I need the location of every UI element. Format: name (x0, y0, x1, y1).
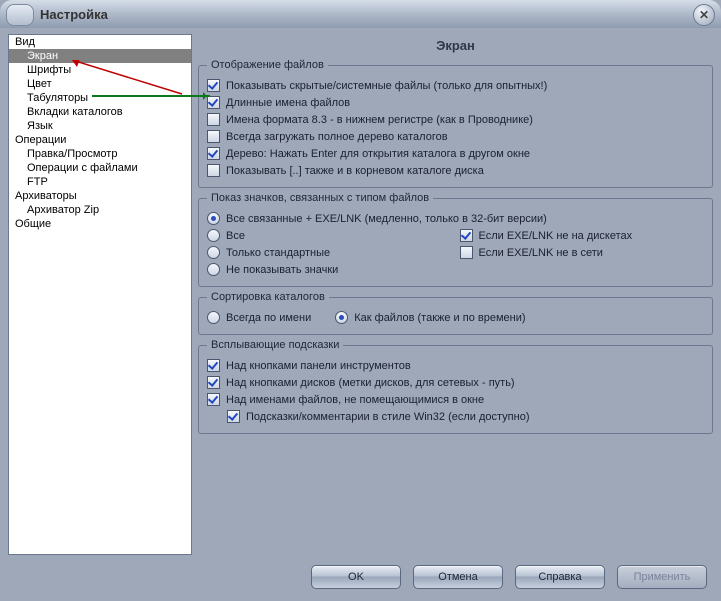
tips-sub-row: Подсказки/комментарии в стиле Win32 (есл… (207, 408, 704, 425)
tree-item[interactable]: Правка/Просмотр (9, 147, 191, 161)
window-title: Настройка (40, 7, 108, 22)
icons-radio-2-radio[interactable] (207, 246, 220, 259)
tree-item[interactable]: Язык (9, 119, 191, 133)
tips-sub-checkbox[interactable] (227, 410, 240, 423)
tree-item[interactable]: Цвет (9, 77, 191, 91)
close-icon: ✕ (699, 8, 709, 22)
display-opt-3-checkbox[interactable] (207, 130, 220, 143)
display-opt-1-row: Длинные имена файлов (207, 94, 704, 111)
group-file-display: Отображение файлов Показывать скрытые/си… (198, 59, 713, 188)
ok-button[interactable]: OK (311, 565, 401, 589)
icons-radio-2-label: Только стандартные (226, 247, 330, 259)
display-opt-0-label: Показывать скрытые/системные файлы (толь… (226, 80, 547, 92)
group-icons: Показ значков, связанных с типом файлов … (198, 192, 713, 287)
display-opt-4-label: Дерево: Нажать Enter для открытия катало… (226, 148, 530, 160)
main-area: ВидЭкранШрифтыЦветТабуляторыВкладки ката… (8, 34, 713, 555)
titlebar: Настройка ✕ (0, 0, 721, 28)
icons-radio-2-row: Только стандартные (207, 244, 452, 261)
close-button[interactable]: ✕ (693, 4, 715, 26)
tips-check-1-label: Над кнопками дисков (метки дисков, для с… (226, 377, 515, 389)
display-opt-4-checkbox[interactable] (207, 147, 220, 160)
icons-radio-3-label: Не показывать значки (226, 264, 338, 276)
tips-check-0-checkbox[interactable] (207, 359, 220, 372)
tree-item[interactable]: Архиваторы (9, 189, 191, 203)
group-sort-legend: Сортировка каталогов (207, 291, 329, 303)
tree-item[interactable]: Вид (9, 35, 191, 49)
sort-radio-1-label: Как файлов (также и по времени) (354, 312, 525, 324)
icons-check-1-checkbox[interactable] (460, 246, 473, 259)
icons-radio-0-label: Все связанные + EXE/LNK (медленно, тольк… (226, 213, 547, 225)
icons-radio-1-row: Все (207, 227, 452, 244)
tips-check-2-checkbox[interactable] (207, 393, 220, 406)
icons-check-0-checkbox[interactable] (460, 229, 473, 242)
content: ВидЭкранШрифтыЦветТабуляторыВкладки ката… (0, 28, 721, 601)
tips-check-1-checkbox[interactable] (207, 376, 220, 389)
group-icons-legend: Показ значков, связанных с типом файлов (207, 192, 433, 204)
icons-radio-1-radio[interactable] (207, 229, 220, 242)
tree-item[interactable]: Операции (9, 133, 191, 147)
display-opt-3-label: Всегда загружать полное дерево каталогов (226, 131, 448, 143)
cancel-button[interactable]: Отмена (413, 565, 503, 589)
group-sort: Сортировка каталогов Всегда по имени Как … (198, 291, 713, 335)
tree-item[interactable]: Экран (9, 49, 191, 63)
tree-item[interactable]: Табуляторы (9, 91, 191, 105)
display-opt-2-checkbox[interactable] (207, 113, 220, 126)
tree-item[interactable]: Операции с файлами (9, 161, 191, 175)
display-opt-0-row: Показывать скрытые/системные файлы (толь… (207, 77, 704, 94)
icons-radio-3-row: Не показывать значки (207, 261, 452, 278)
sort-radio-0-row: Всегда по имени (207, 309, 311, 326)
sort-radio-0-radio[interactable] (207, 311, 220, 324)
icons-radio-0-radio[interactable] (207, 212, 220, 225)
sort-radio-0-label: Всегда по имени (226, 312, 311, 324)
tips-check-1-row: Над кнопками дисков (метки дисков, для с… (207, 374, 704, 391)
display-opt-5-row: Показывать [..] также и в корневом катал… (207, 162, 704, 179)
display-opt-5-label: Показывать [..] также и в корневом катал… (226, 165, 484, 177)
icons-radio-3-radio[interactable] (207, 263, 220, 276)
display-opt-3-row: Всегда загружать полное дерево каталогов (207, 128, 704, 145)
group-tooltips-legend: Всплывающие подсказки (207, 339, 343, 351)
tips-check-0-row: Над кнопками панели инструментов (207, 357, 704, 374)
tree-item[interactable]: Шрифты (9, 63, 191, 77)
tips-check-2-label: Над именами файлов, не помещающимися в о… (226, 394, 484, 406)
icons-check-0-label: Если EXE/LNK не на дискетах (479, 230, 633, 242)
settings-pane: Экран Отображение файлов Показывать скры… (198, 34, 713, 555)
icons-check-0-row: Если EXE/LNK не на дискетах (460, 227, 705, 244)
button-bar: OK Отмена Справка Применить (8, 555, 713, 593)
settings-window: Настройка ✕ ВидЭкранШрифтыЦветТабуляторы… (0, 0, 721, 601)
group-file-display-legend: Отображение файлов (207, 59, 328, 71)
tips-sub-label: Подсказки/комментарии в стиле Win32 (есл… (246, 411, 530, 423)
tree-item[interactable]: Общие (9, 217, 191, 231)
group-tooltips: Всплывающие подсказки Над кнопками панел… (198, 339, 713, 434)
tree-item[interactable]: FTP (9, 175, 191, 189)
tree-item[interactable]: Вкладки каталогов (9, 105, 191, 119)
icons-check-1-label: Если EXE/LNK не в сети (479, 247, 603, 259)
pane-title: Экран (198, 34, 713, 55)
display-opt-2-label: Имена формата 8.3 - в нижнем регистре (к… (226, 114, 533, 126)
icons-radio-0-row: Все связанные + EXE/LNK (медленно, тольк… (207, 210, 704, 227)
sort-radio-1-radio[interactable] (335, 311, 348, 324)
display-opt-5-checkbox[interactable] (207, 164, 220, 177)
sort-radio-1-row: Как файлов (также и по времени) (335, 309, 525, 326)
icons-check-1-row: Если EXE/LNK не в сети (460, 244, 705, 261)
tips-check-2-row: Над именами файлов, не помещающимися в о… (207, 391, 704, 408)
display-opt-1-label: Длинные имена файлов (226, 97, 350, 109)
display-opt-2-row: Имена формата 8.3 - в нижнем регистре (к… (207, 111, 704, 128)
display-opt-1-checkbox[interactable] (207, 96, 220, 109)
tips-check-0-label: Над кнопками панели инструментов (226, 360, 411, 372)
apply-button: Применить (617, 565, 707, 589)
display-opt-4-row: Дерево: Нажать Enter для открытия катало… (207, 145, 704, 162)
icons-radio-1-label: Все (226, 230, 245, 242)
help-button[interactable]: Справка (515, 565, 605, 589)
category-tree[interactable]: ВидЭкранШрифтыЦветТабуляторыВкладки ката… (8, 34, 192, 555)
display-opt-0-checkbox[interactable] (207, 79, 220, 92)
tree-item[interactable]: Архиватор Zip (9, 203, 191, 217)
